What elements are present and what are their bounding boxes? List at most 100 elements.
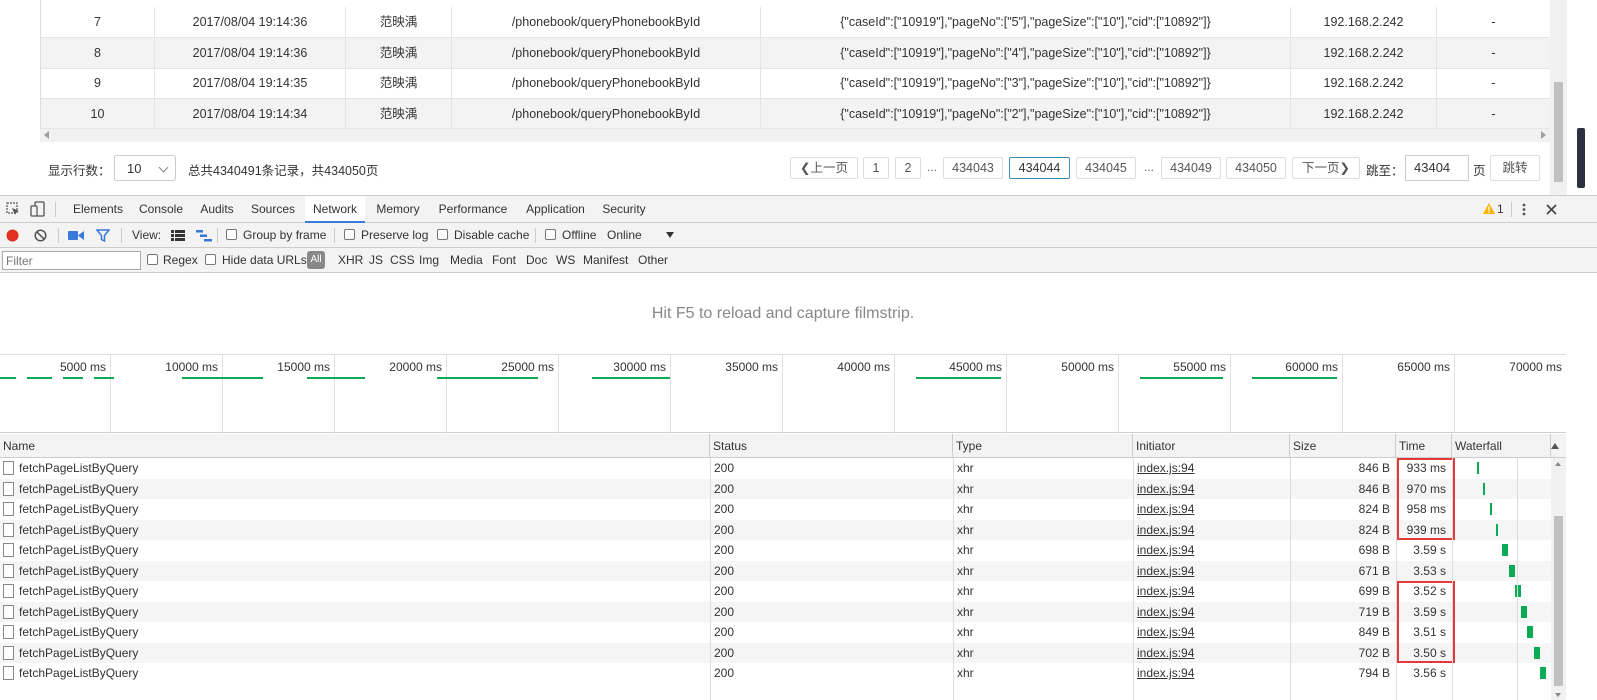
request-initiator-link[interactable]: index.js:94 [1134,540,1289,561]
regex-checkbox[interactable] [147,254,158,265]
filter-type-img[interactable]: Img [419,253,439,267]
request-initiator-link[interactable]: index.js:94 [1134,581,1289,602]
waterfall-bar[interactable] [1521,605,1527,618]
scroll-up-arrow-icon[interactable] [1555,462,1561,466]
request-row[interactable]: fetchPageListByQuery 200 xhr index.js:94 702… [0,642,1566,664]
request-name[interactable]: fetchPageListByQuery [16,479,706,500]
request-row[interactable]: fetchPageListByQuery 200 xhr index.js:94 824… [0,519,1566,541]
waterfall-bar[interactable] [1502,544,1508,556]
filter-icon[interactable] [96,229,110,242]
requests-vertical-scrollbar[interactable] [1551,458,1566,700]
request-name[interactable]: fetchPageListByQuery [16,643,706,664]
tab-application[interactable]: Application [518,196,593,223]
column-header-type[interactable]: Type [953,434,1133,458]
column-header-size[interactable]: Size [1290,434,1396,458]
filter-type-all[interactable]: All [307,251,325,269]
column-header-initiator[interactable]: Initiator [1133,434,1290,458]
request-initiator-link[interactable]: index.js:94 [1134,499,1289,520]
clear-icon[interactable] [34,229,47,242]
page-button[interactable]: 434049 [1161,157,1221,179]
waterfall-bar[interactable] [1534,646,1540,659]
request-row[interactable]: fetchPageListByQuery 200 xhr index.js:94 849… [0,622,1566,643]
request-row[interactable]: fetchPageListByQuery 200 xhr index.js:94 824… [0,499,1566,520]
kebab-menu-icon[interactable] [1521,202,1527,217]
tab-sources[interactable]: Sources [245,196,301,223]
tab-audits[interactable]: Audits [193,196,241,223]
request-initiator-link[interactable]: index.js:94 [1134,643,1289,664]
request-row[interactable]: fetchPageListByQuery 200 xhr index.js:94 794… [0,663,1566,684]
request-row[interactable]: fetchPageListByQuery 200 xhr index.js:94 671… [0,560,1566,582]
request-name[interactable]: fetchPageListByQuery [16,520,706,541]
throttling-select[interactable]: Online [607,228,642,242]
record-icon[interactable] [6,229,19,242]
request-initiator-link[interactable]: index.js:94 [1134,561,1289,582]
scrollbar-thumb[interactable] [1554,82,1563,182]
request-row[interactable]: fetchPageListByQuery 200 xhr index.js:94 846… [0,478,1566,500]
triangle-down-icon[interactable] [666,232,674,238]
large-rows-icon[interactable] [171,230,185,241]
request-name[interactable]: fetchPageListByQuery [16,499,706,520]
disable-cache-checkbox[interactable] [437,229,448,240]
scroll-down-arrow-icon[interactable] [1555,693,1561,697]
tab-memory[interactable]: Memory [369,196,427,223]
table-row[interactable]: 9 2017/08/04 19:14:35 范映渪/phonebook/queryP… [41,68,1551,99]
waterfall-bar[interactable] [1509,564,1515,577]
request-initiator-link[interactable]: index.js:94 [1134,663,1289,684]
filter-type-xhr[interactable]: XHR [338,253,363,267]
device-toolbar-icon[interactable] [30,201,46,217]
filter-type-font[interactable]: Font [492,253,516,267]
close-icon[interactable] [1546,204,1557,215]
request-initiator-link[interactable]: index.js:94 [1134,602,1289,623]
capture-screenshots-icon[interactable] [68,230,84,241]
request-row[interactable]: fetchPageListByQuery 200 xhr index.js:94 699… [0,581,1566,602]
jump-button[interactable]: 跳转 [1490,155,1540,181]
waterfall-bar[interactable] [1540,667,1546,679]
column-header-waterfall[interactable]: Waterfall [1452,434,1551,458]
waterfall-bar[interactable] [1483,482,1485,495]
preserve-log-checkbox[interactable] [344,229,355,240]
filter-type-ws[interactable]: WS [556,253,575,267]
filter-type-doc[interactable]: Doc [526,253,547,267]
filter-input[interactable] [2,251,141,270]
table-row[interactable]: 7 2017/08/04 19:14:36 范映渪/phonebook/queryP… [41,7,1551,38]
request-name[interactable]: fetchPageListByQuery [16,561,706,582]
page-vertical-scrollbar[interactable] [1550,0,1567,195]
page-button[interactable]: 2 [895,157,921,179]
group-by-frame-checkbox[interactable] [226,229,237,240]
waterfall-bar[interactable] [1515,585,1521,597]
request-row[interactable]: fetchPageListByQuery 200 xhr index.js:94 698… [0,540,1566,561]
tab-security[interactable]: Security [596,196,652,223]
prev-page-button[interactable]: ❮上一页 [790,157,858,179]
request-name[interactable]: fetchPageListByQuery [16,663,706,684]
jump-page-input[interactable]: 43404 [1405,155,1469,181]
request-name[interactable]: fetchPageListByQuery [16,581,706,602]
request-name[interactable]: fetchPageListByQuery [16,458,706,479]
column-header-status[interactable]: Status [710,434,953,458]
scroll-right-arrow-icon[interactable] [1541,131,1546,139]
rows-per-page-select[interactable]: 10 [114,155,176,181]
page-button[interactable]: 1 [863,157,889,179]
page-button[interactable]: 434045 [1076,157,1136,179]
waterfall-bar[interactable] [1527,626,1533,638]
next-page-button[interactable]: 下一页❯ [1292,157,1360,179]
tab-network[interactable]: Network [305,196,365,223]
request-initiator-link[interactable]: index.js:94 [1134,622,1289,643]
table-row[interactable]: 10 2017/08/04 19:14:34 范映渪/phonebook/query… [41,98,1551,130]
request-initiator-link[interactable]: index.js:94 [1134,458,1289,479]
waterfall-bar[interactable] [1496,523,1498,536]
warning-count[interactable]: 1 [1497,196,1504,223]
table-horizontal-scrollbar[interactable] [40,128,1550,142]
scroll-left-arrow-icon[interactable] [44,131,49,139]
filter-type-css[interactable]: CSS [390,253,415,267]
side-widget[interactable] [1577,128,1585,188]
column-header-name[interactable]: Name [0,434,710,458]
request-row[interactable]: fetchPageListByQuery 200 xhr index.js:94 719… [0,601,1566,623]
column-header-time[interactable]: Time [1396,434,1452,458]
hide-data-urls-checkbox[interactable] [205,254,216,265]
request-name[interactable]: fetchPageListByQuery [16,602,706,623]
request-name[interactable]: fetchPageListByQuery [16,540,706,561]
network-overview[interactable]: 5000 ms 10000 ms 15000 ms 20000 ms 25000 ms 3… [0,355,1567,433]
filter-type-js[interactable]: JS [369,253,383,267]
sort-ascending-icon[interactable] [1551,443,1559,449]
tab-console[interactable]: Console [133,196,189,223]
